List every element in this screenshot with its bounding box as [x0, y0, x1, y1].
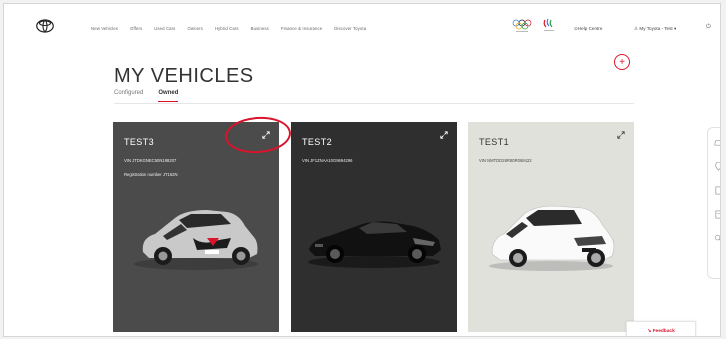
- nav-item-offers[interactable]: Offers: [130, 26, 142, 31]
- chevron-down-icon: ▾: [672, 26, 677, 31]
- feedback-button[interactable]: ↘ Feedback: [626, 321, 696, 336]
- vehicle-vin: VIN JF1ZNAA10G9694296: [302, 158, 353, 163]
- vehicle-card-test3[interactable]: TEST3 VIN JTDKGNEC50N198207 Registration…: [113, 122, 279, 332]
- car-image-gt86: [308, 221, 441, 268]
- vehicle-registration: Registration number JT162N: [124, 172, 178, 177]
- car-icon[interactable]: [714, 138, 721, 147]
- site-header: New Vehicles Offers Used Cars Owners Hyb…: [4, 4, 720, 46]
- feedback-label: Feedback: [652, 329, 675, 334]
- location-pin-icon[interactable]: [714, 162, 721, 171]
- nav-item-used-cars[interactable]: Used Cars: [154, 26, 175, 31]
- expand-icon[interactable]: [617, 131, 625, 139]
- paralympic-icon: [543, 18, 554, 31]
- nav-item-new-vehicles[interactable]: New Vehicles: [91, 26, 118, 31]
- help-centre-label: Help Centre: [577, 26, 603, 31]
- olympic-rings-icon: [512, 19, 532, 32]
- page-title: MY VEHICLES: [114, 65, 254, 88]
- vehicle-tabs: Configured Owned: [114, 90, 179, 102]
- power-icon[interactable]: ⏻: [706, 24, 711, 31]
- side-rail: [707, 127, 721, 279]
- toyota-logo[interactable]: [36, 19, 54, 33]
- nav-item-finance-insurance[interactable]: Finance & Insurance: [281, 26, 322, 31]
- vehicle-name: TEST2: [302, 137, 333, 147]
- tab-configured[interactable]: Configured: [114, 90, 143, 102]
- add-vehicle-button[interactable]: +: [614, 54, 630, 70]
- vehicle-vin: VIN NMTDD26R80R068422: [479, 158, 532, 163]
- tab-owned[interactable]: Owned: [158, 90, 179, 102]
- vehicle-name: TEST3: [124, 137, 155, 147]
- nav-item-hybrid-cars[interactable]: Hybrid Cars: [215, 26, 239, 31]
- help-centre-link[interactable]: ⊙Help Centre: [574, 26, 602, 32]
- account-label: My Toyota - Test: [639, 26, 673, 31]
- document-icon[interactable]: [714, 186, 721, 195]
- search-icon[interactable]: [714, 234, 721, 243]
- vehicle-card-test1[interactable]: TEST1 VIN NMTDD26R80R068422: [468, 122, 634, 332]
- main-nav: New Vehicles Offers Used Cars Owners Hyb…: [91, 26, 378, 31]
- nav-item-business[interactable]: Business: [251, 26, 269, 31]
- vehicle-vin: VIN JTDKGNEC50N198207: [124, 158, 177, 163]
- nav-item-owners[interactable]: Owners: [187, 26, 202, 31]
- account-menu[interactable]: ♙ My Toyota - Test ▾: [634, 26, 676, 32]
- car-image-verso: [489, 205, 615, 271]
- vehicle-name: TEST1: [479, 137, 510, 147]
- vehicle-card-test2[interactable]: TEST2 VIN JF1ZNAA10G9694296: [291, 122, 457, 332]
- browser-viewport: New Vehicles Offers Used Cars Owners Hyb…: [3, 3, 721, 337]
- expand-icon[interactable]: [440, 131, 448, 139]
- calculator-icon[interactable]: [714, 210, 721, 219]
- car-image-aygo: [134, 210, 258, 270]
- tabs-divider: [114, 103, 634, 104]
- nav-item-discover-toyota[interactable]: Discover Toyota: [334, 26, 366, 31]
